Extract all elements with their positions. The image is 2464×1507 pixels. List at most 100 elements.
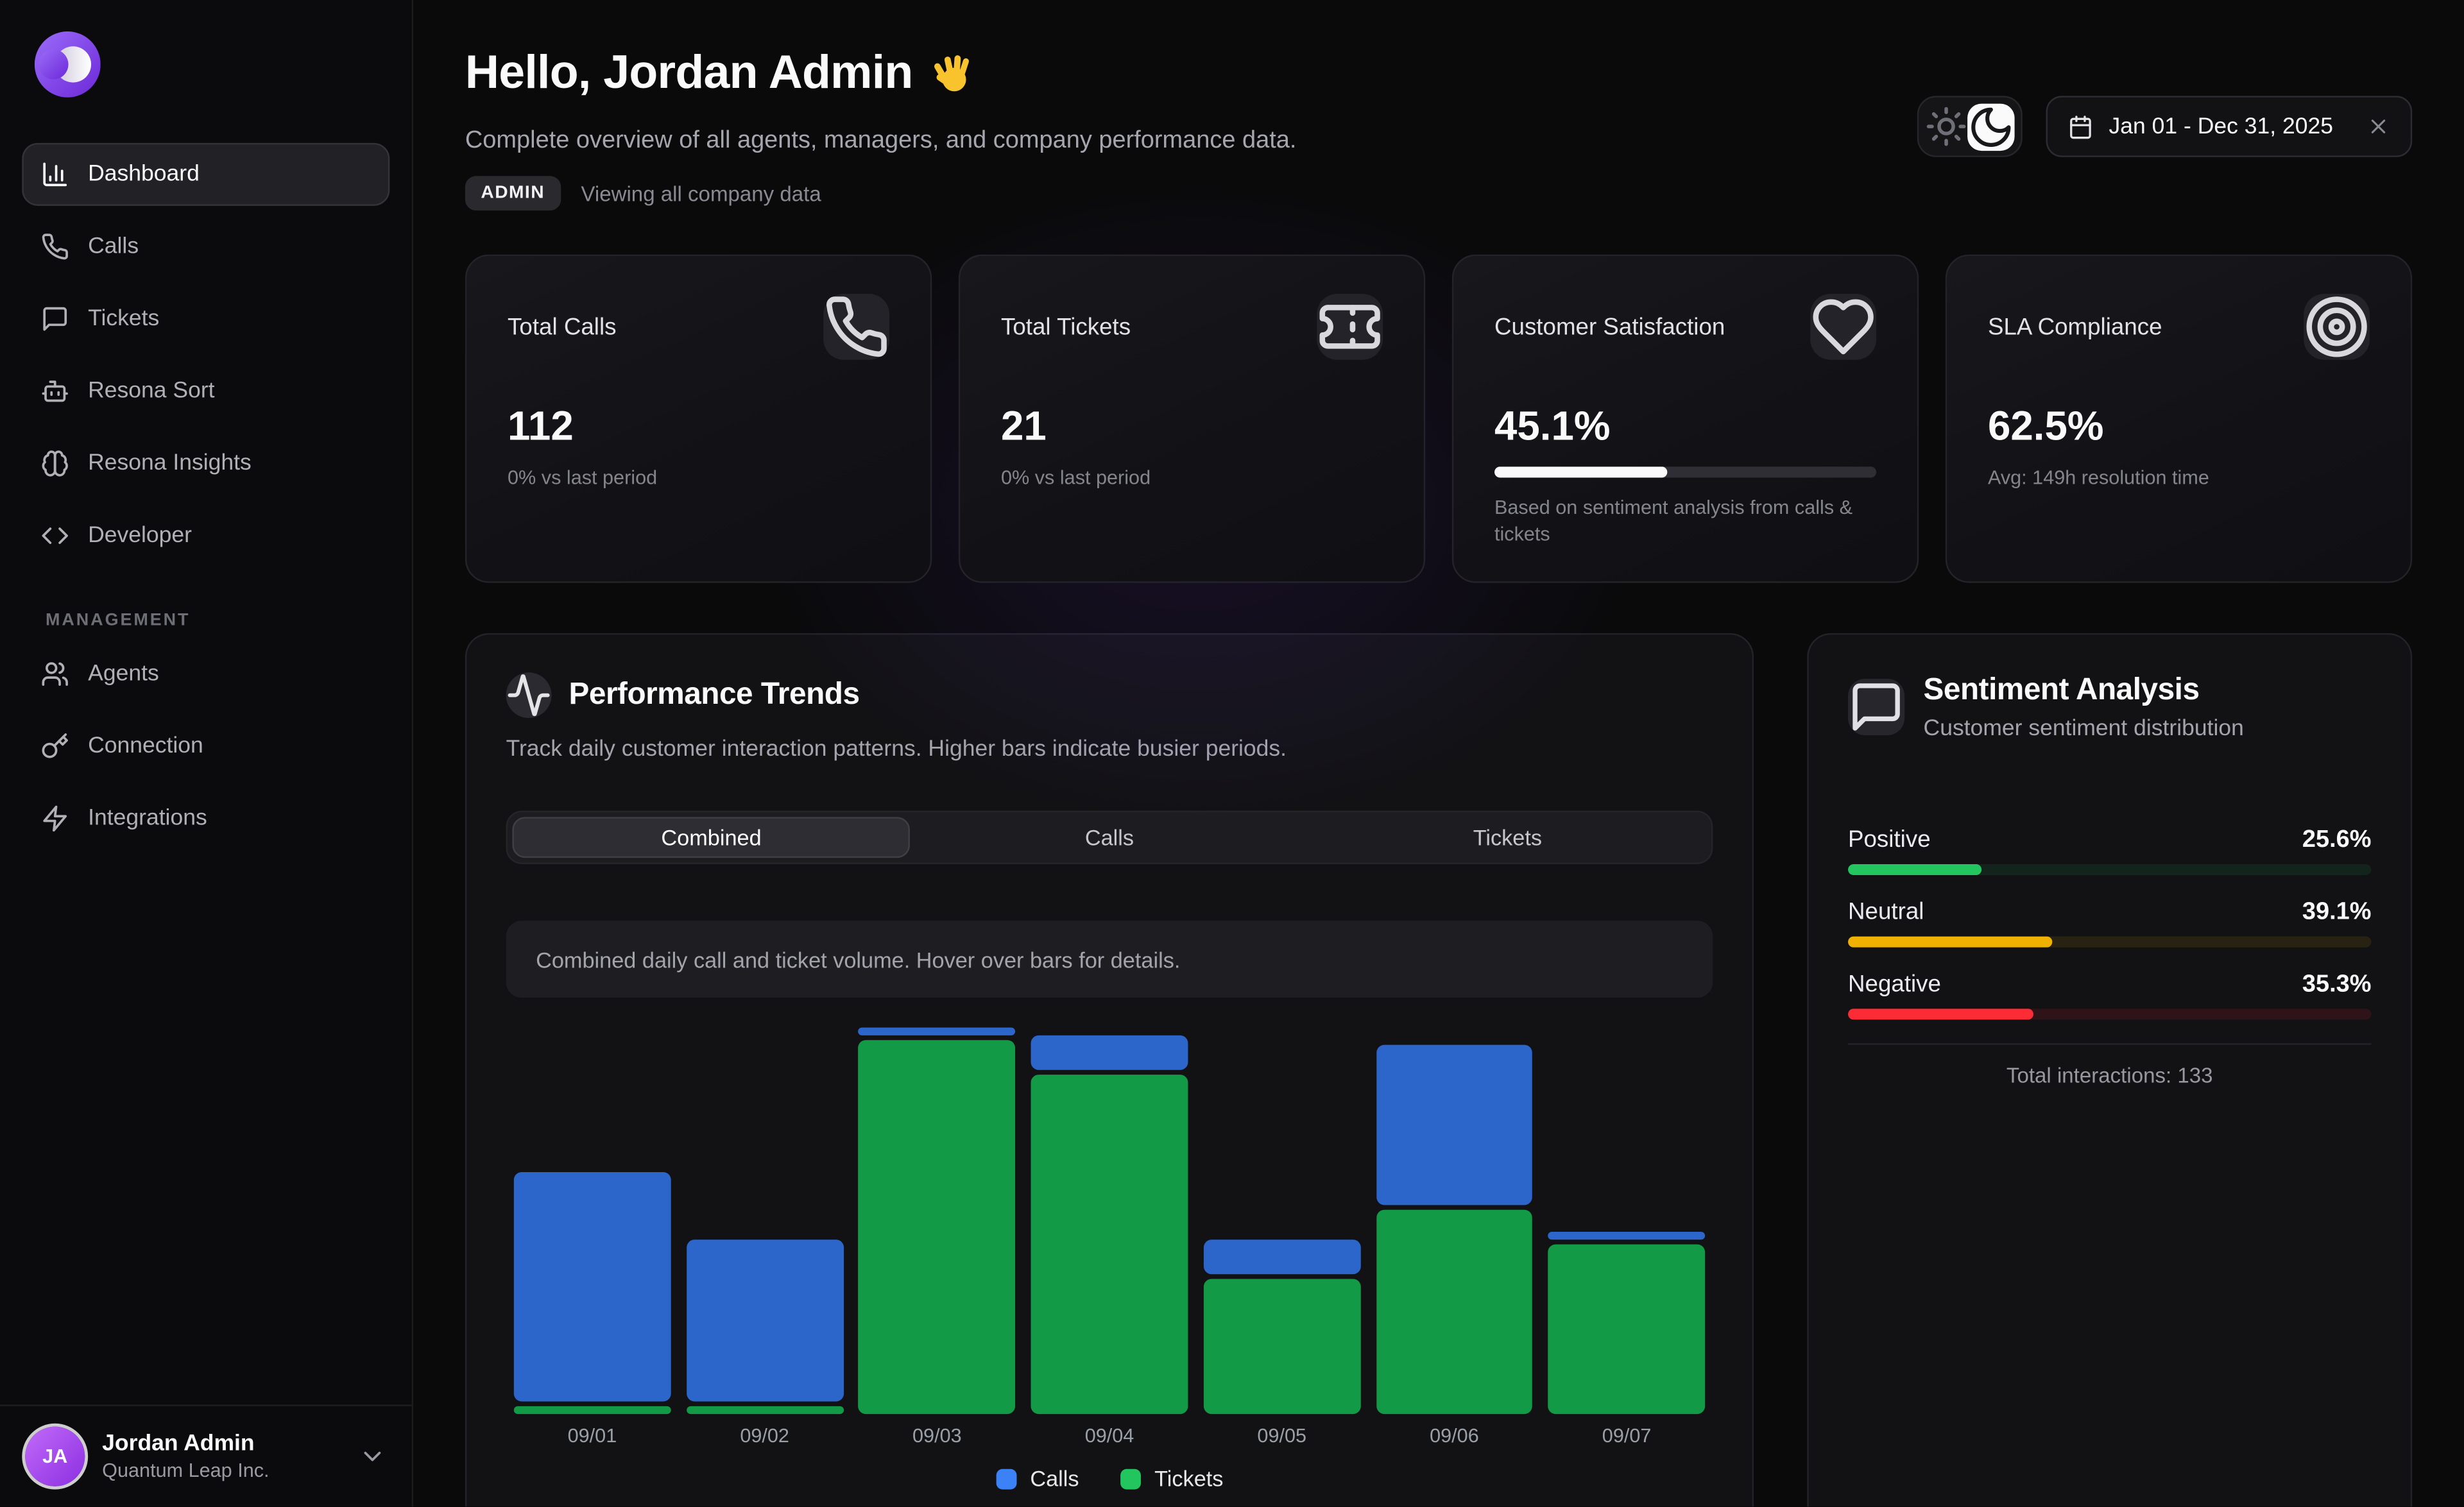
sidebar-item-agents[interactable]: Agents — [22, 643, 389, 706]
sidebar-item-tickets[interactable]: Tickets — [22, 287, 389, 350]
x-axis-labels: 09/0109/0209/0309/0409/0509/0609/07 — [506, 1425, 1713, 1447]
bar-09-03[interactable] — [851, 1032, 1023, 1414]
x-tick-label: 09/03 — [851, 1425, 1023, 1447]
sentiment-percent: 39.1% — [2302, 899, 2372, 927]
sidebar-item-resona-sort[interactable]: Resona Sort — [22, 360, 389, 423]
x-tick-label: 09/04 — [1023, 1425, 1196, 1447]
card-subtext: 0% vs last period — [1001, 465, 1383, 492]
bar-09-07[interactable] — [1541, 1032, 1713, 1414]
sentiment-label: Positive — [1848, 826, 1931, 855]
sidebar-nav-main: Dashboard Calls Tickets Resona Sort Reso… — [22, 143, 389, 567]
clear-date-icon[interactable] — [2366, 115, 2390, 139]
date-range-picker[interactable]: Jan 01 - Dec 31, 2025 — [2046, 96, 2413, 157]
page-title: Hello, Jordan Admin — [465, 47, 913, 100]
sidebar-section-label: MANAGEMENT — [46, 611, 412, 630]
brain-icon — [41, 449, 69, 477]
bar-09-04[interactable] — [1023, 1032, 1196, 1414]
sentiment-analysis-panel: Sentiment Analysis Customer sentiment di… — [1807, 633, 2412, 1507]
x-tick-label: 09/06 — [1368, 1425, 1541, 1447]
date-range-value: Jan 01 - Dec 31, 2025 — [2109, 114, 2333, 139]
chart-legend: Calls Tickets — [506, 1466, 1713, 1491]
sun-icon — [1925, 105, 1967, 148]
sentiment-percent: 35.3% — [2302, 971, 2372, 999]
theme-toggle[interactable] — [1917, 96, 2023, 157]
panels-row: Performance Trends Track daily customer … — [465, 633, 2412, 1507]
legend-chip — [1120, 1469, 1140, 1489]
stat-cards: Total Calls 112 0% vs last period Total … — [465, 255, 2412, 583]
sidebar-item-integrations[interactable]: Integrations — [22, 787, 389, 850]
bars-area — [506, 1032, 1713, 1414]
activity-icon — [506, 672, 552, 718]
calls-segment — [859, 1028, 1016, 1036]
page-header: Hello, Jordan Admin Complete overview of… — [465, 47, 2412, 210]
ticket-icon — [1317, 294, 1383, 360]
bar-09-01[interactable] — [506, 1032, 679, 1414]
role-note: Viewing all company data — [581, 182, 821, 205]
sidebar-item-developer[interactable]: Developer — [22, 504, 389, 567]
x-tick-label: 09/01 — [506, 1425, 679, 1447]
zap-icon — [41, 805, 69, 833]
sentiment-total: Total interactions: 133 — [1848, 1064, 2372, 1087]
card-value: 45.1% — [1494, 404, 1876, 448]
tickets-segment — [514, 1406, 671, 1414]
tab-tickets[interactable]: Tickets — [1308, 817, 1706, 858]
tickets-segment — [1203, 1279, 1360, 1415]
sidebar-item-resona-insights[interactable]: Resona Insights — [22, 432, 389, 495]
sentiment-bar — [1848, 864, 2372, 875]
bar-09-02[interactable] — [678, 1032, 851, 1414]
card-subtext: Avg: 149h resolution time — [1988, 465, 2370, 492]
wave-hand-icon — [932, 51, 977, 97]
sentiment-rows: Positive 25.6% Neutral 39.1% Negative35.3% — [1848, 826, 2372, 1019]
sentiment-row-neutral: Neutral 39.1% — [1848, 899, 2372, 948]
performance-trends-panel: Performance Trends Track daily customer … — [465, 633, 1754, 1507]
x-tick-label: 09/02 — [678, 1425, 851, 1447]
performance-title: Performance Trends — [569, 677, 860, 713]
main-content: Hello, Jordan Admin Complete overview of… — [413, 0, 2464, 1507]
stat-card-customer-satisfaction: Customer Satisfaction 45.1% Based on sen… — [1452, 255, 1919, 583]
card-title: Total Tickets — [1001, 314, 1131, 341]
calls-segment — [686, 1239, 843, 1401]
chevron-down-icon — [358, 1442, 386, 1470]
legend-item-tickets: Tickets — [1120, 1466, 1223, 1491]
moon-icon — [1967, 103, 2014, 149]
sentiment-bar — [1848, 1009, 2372, 1019]
calls-segment — [1548, 1231, 1706, 1239]
sentiment-row-negative: Negative35.3% — [1848, 971, 2372, 1019]
stat-card-total-tickets: Total Tickets 21 0% vs last period — [959, 255, 1425, 583]
sidebar-item-calls[interactable]: Calls — [22, 216, 389, 278]
stat-card-total-calls: Total Calls 112 0% vs last period — [465, 255, 932, 583]
tab-calls[interactable]: Calls — [911, 817, 1308, 858]
card-value: 21 — [1001, 404, 1383, 448]
sidebar-item-connection[interactable]: Connection — [22, 715, 389, 778]
user-company: Quantum Leap Inc. — [102, 1460, 269, 1481]
calls-segment — [1203, 1239, 1360, 1273]
bar-09-05[interactable] — [1195, 1032, 1368, 1414]
user-menu[interactable]: JA Jordan Admin Quantum Leap Inc. — [0, 1404, 412, 1506]
avatar: JA — [25, 1427, 85, 1486]
chart-column-icon — [41, 160, 69, 189]
calls-segment — [1031, 1036, 1188, 1070]
tickets-segment — [1548, 1245, 1706, 1414]
chart-mode-tabs: CombinedCallsTickets — [506, 811, 1713, 864]
bot-icon — [41, 377, 69, 405]
card-title: Customer Satisfaction — [1494, 314, 1725, 341]
x-tick-label: 09/07 — [1541, 1425, 1713, 1447]
tickets-segment — [1376, 1211, 1533, 1414]
sentiment-label: Neutral — [1848, 899, 1924, 927]
message-square-icon — [1848, 679, 1904, 735]
tab-combined[interactable]: Combined — [512, 817, 910, 858]
calls-segment — [1376, 1044, 1533, 1205]
calendar-icon — [2068, 114, 2093, 139]
legend-item-calls: Calls — [995, 1466, 1079, 1491]
sentiment-percent: 25.6% — [2302, 826, 2372, 855]
sentiment-subtitle: Customer sentiment distribution — [1924, 717, 2244, 742]
sidebar-item-dashboard[interactable]: Dashboard — [22, 143, 389, 206]
bar-09-06[interactable] — [1368, 1032, 1541, 1414]
divider — [1848, 1043, 2372, 1044]
card-title: SLA Compliance — [1988, 314, 2162, 341]
x-tick-label: 09/05 — [1195, 1425, 1368, 1447]
chart-info-box: Combined daily call and ticket volume. H… — [506, 921, 1713, 998]
card-value: 112 — [508, 404, 889, 448]
key-icon — [41, 732, 69, 760]
app-logo-icon[interactable] — [35, 31, 101, 98]
